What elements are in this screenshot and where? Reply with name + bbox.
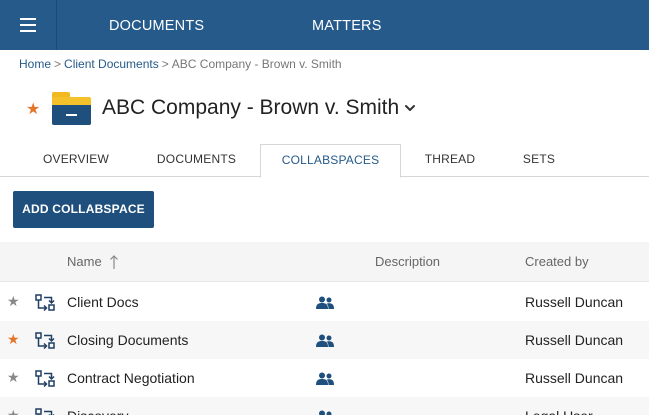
nav-documents[interactable]: DOCUMENTS	[109, 0, 204, 50]
table-row[interactable]: ★ Discovery Legal User	[0, 397, 649, 415]
tab-thread[interactable]: THREAD	[414, 144, 486, 177]
breadcrumb-client-documents[interactable]: Client Documents	[64, 57, 159, 71]
star-icon[interactable]: ★	[7, 408, 20, 415]
star-icon[interactable]: ★	[7, 332, 20, 346]
top-nav-bar: DOCUMENTS MATTERS	[0, 0, 649, 50]
tab-bar: OVERVIEW DOCUMENTS COLLABSPACES THREAD S…	[0, 144, 649, 178]
hamburger-menu-icon[interactable]	[0, 0, 57, 50]
tab-sets[interactable]: SETS	[512, 144, 566, 177]
collabspace-icon	[35, 408, 55, 415]
created-by: Russell Duncan	[525, 332, 624, 348]
table-row[interactable]: ★ Client Docs Russell Duncan	[0, 283, 649, 321]
collabspace-icon	[35, 294, 55, 311]
people-icon	[316, 372, 334, 385]
column-header-name[interactable]: Name	[67, 242, 102, 282]
tab-documents[interactable]: DOCUMENTS	[148, 144, 245, 177]
page-title: ABC Company - Brown v. Smith	[102, 96, 400, 119]
table-row[interactable]: ★ Closing Documents Russell Duncan	[0, 321, 649, 359]
collabspace-icon	[35, 332, 55, 349]
table-header: Name Description Created by	[0, 242, 649, 282]
column-header-created-by[interactable]: Created by	[525, 242, 589, 282]
collabspace-name[interactable]: Client Docs	[67, 283, 139, 321]
collabspace-name[interactable]: Closing Documents	[67, 321, 188, 359]
folder-icon	[52, 92, 91, 126]
breadcrumb-separator: >	[161, 57, 169, 71]
collabspace-name[interactable]: Discovery	[67, 397, 128, 415]
tab-collabspaces[interactable]: COLLABSPACES	[260, 144, 401, 178]
sort-ascending-icon[interactable]	[109, 254, 119, 270]
chevron-down-icon[interactable]	[403, 101, 417, 115]
add-collabspace-button[interactable]: ADD COLLABSPACE	[13, 191, 154, 228]
people-icon	[319, 410, 332, 415]
people-icon	[316, 296, 334, 309]
collabspace-name[interactable]: Contract Negotiation	[67, 359, 195, 397]
people-icon	[316, 334, 334, 347]
star-icon[interactable]: ★	[7, 294, 20, 308]
nav-matters[interactable]: MATTERS	[312, 0, 382, 50]
collabspace-icon	[35, 370, 55, 387]
created-by: Russell Duncan	[525, 370, 624, 386]
breadcrumb-current: ABC Company - Brown v. Smith	[171, 57, 342, 71]
tab-overview[interactable]: OVERVIEW	[30, 144, 122, 177]
star-icon[interactable]: ★	[7, 370, 20, 384]
favorite-star-icon[interactable]: ★	[26, 99, 40, 119]
created-by: Legal User	[525, 397, 593, 415]
breadcrumb-separator: >	[54, 57, 62, 71]
breadcrumb: Home > Client Documents > ABC Company - Brow…	[19, 57, 342, 71]
created-by: Russell Duncan	[525, 294, 624, 310]
breadcrumb-home[interactable]: Home	[19, 57, 51, 71]
table-row[interactable]: ★ Contract Negotiation Russell Duncan	[0, 359, 649, 397]
column-header-description[interactable]: Description	[375, 242, 440, 282]
